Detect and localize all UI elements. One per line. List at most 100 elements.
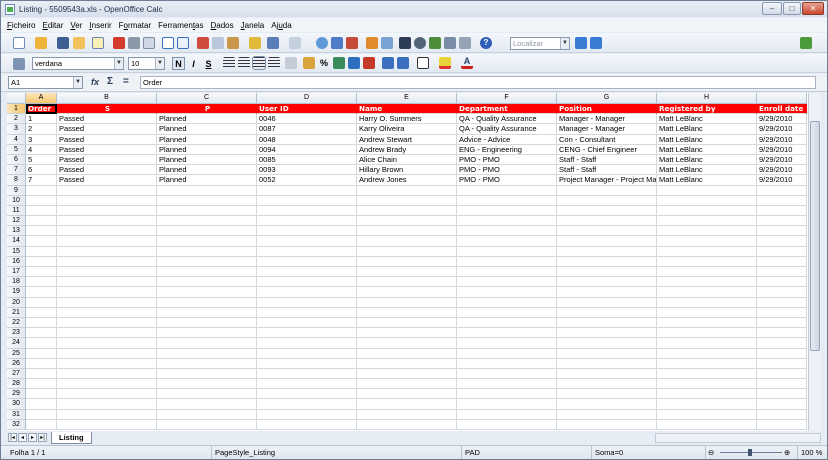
empty-cell[interactable] bbox=[557, 419, 657, 430]
empty-cell[interactable] bbox=[257, 287, 357, 298]
zoom-handle[interactable] bbox=[748, 449, 752, 456]
empty-cell[interactable] bbox=[457, 399, 557, 410]
empty-cell[interactable] bbox=[557, 358, 657, 369]
zoom-icon[interactable] bbox=[459, 37, 471, 49]
empty-cell[interactable] bbox=[657, 236, 757, 247]
page-preview-icon[interactable] bbox=[143, 37, 155, 49]
print-icon[interactable] bbox=[128, 37, 140, 49]
empty-cell[interactable] bbox=[757, 307, 807, 318]
row-header[interactable]: 7 bbox=[7, 165, 26, 176]
data-cell[interactable]: CENG - Chief Engineer bbox=[557, 144, 657, 155]
data-cell[interactable]: 3 bbox=[26, 134, 57, 145]
empty-cell[interactable] bbox=[657, 216, 757, 227]
formula-input[interactable]: Order bbox=[140, 76, 816, 89]
data-cell[interactable]: Matt LeBlanc bbox=[657, 144, 757, 155]
row-header[interactable]: 16 bbox=[7, 256, 26, 267]
empty-cell[interactable] bbox=[357, 267, 457, 278]
empty-cell[interactable] bbox=[357, 348, 457, 359]
empty-cell[interactable] bbox=[257, 389, 357, 400]
empty-cell[interactable] bbox=[757, 195, 807, 206]
empty-cell[interactable] bbox=[457, 205, 557, 217]
empty-cell[interactable] bbox=[557, 267, 657, 278]
data-cell[interactable]: Passed bbox=[57, 144, 157, 155]
empty-cell[interactable] bbox=[157, 195, 257, 206]
row-header[interactable]: 20 bbox=[7, 297, 26, 308]
sum-icon[interactable]: Σ bbox=[107, 76, 113, 87]
empty-cell[interactable] bbox=[457, 368, 557, 380]
empty-cell[interactable] bbox=[157, 317, 257, 329]
data-cell[interactable]: PMO - PMO bbox=[457, 175, 557, 186]
empty-cell[interactable] bbox=[357, 216, 457, 227]
empty-cell[interactable] bbox=[257, 399, 357, 410]
empty-cell[interactable] bbox=[257, 267, 357, 278]
select-all-corner[interactable] bbox=[7, 93, 26, 104]
empty-cell[interactable] bbox=[257, 338, 357, 349]
justify-icon[interactable] bbox=[268, 57, 280, 69]
empty-cell[interactable] bbox=[457, 358, 557, 369]
row-header[interactable]: 11 bbox=[7, 205, 26, 217]
empty-cell[interactable] bbox=[457, 328, 557, 339]
empty-cell[interactable] bbox=[157, 256, 257, 267]
bold-button[interactable]: N bbox=[172, 57, 185, 70]
empty-cell[interactable] bbox=[457, 379, 557, 390]
empty-cell[interactable] bbox=[757, 287, 807, 298]
chevron-down-icon[interactable]: ▼ bbox=[73, 77, 82, 88]
sort-ascending-icon[interactable] bbox=[331, 37, 343, 49]
empty-cell[interactable] bbox=[26, 419, 57, 430]
empty-cell[interactable] bbox=[757, 246, 807, 257]
empty-cell[interactable] bbox=[157, 297, 257, 308]
empty-cell[interactable] bbox=[457, 297, 557, 308]
font-size-select[interactable]: 10 ▼ bbox=[128, 57, 165, 70]
data-cell[interactable]: 9/29/2010 bbox=[757, 154, 807, 166]
clone-formatting-icon[interactable] bbox=[249, 37, 261, 49]
empty-cell[interactable] bbox=[657, 307, 757, 318]
edit-file-icon[interactable] bbox=[92, 37, 104, 49]
sort-descending-icon[interactable] bbox=[346, 37, 358, 49]
empty-cell[interactable] bbox=[26, 277, 57, 288]
empty-cell[interactable] bbox=[657, 226, 757, 237]
empty-cell[interactable] bbox=[157, 246, 257, 257]
empty-cell[interactable] bbox=[357, 328, 457, 339]
data-cell[interactable]: Matt LeBlanc bbox=[657, 154, 757, 166]
empty-cell[interactable] bbox=[657, 338, 757, 349]
empty-cell[interactable] bbox=[157, 409, 257, 420]
empty-cell[interactable] bbox=[557, 297, 657, 308]
zoom-out-icon[interactable]: ⊖ bbox=[708, 446, 714, 459]
empty-cell[interactable] bbox=[457, 389, 557, 400]
row-header[interactable]: 19 bbox=[7, 287, 26, 298]
empty-cell[interactable] bbox=[157, 236, 257, 247]
autospellcheck-icon[interactable] bbox=[177, 37, 189, 49]
data-cell[interactable]: Andrew Jones bbox=[357, 175, 457, 186]
row-header[interactable]: 32 bbox=[7, 419, 26, 430]
header-cell[interactable]: Enroll date bbox=[757, 104, 807, 115]
data-cell[interactable]: Passed bbox=[57, 124, 157, 135]
row-header[interactable]: 8 bbox=[7, 175, 26, 186]
empty-cell[interactable] bbox=[757, 338, 807, 349]
open-folder-icon[interactable] bbox=[35, 37, 47, 49]
data-cell[interactable]: 0093 bbox=[257, 165, 357, 176]
empty-cell[interactable] bbox=[57, 267, 157, 278]
empty-cell[interactable] bbox=[757, 216, 807, 227]
empty-cell[interactable] bbox=[57, 216, 157, 227]
data-cell[interactable]: Manager - Manager bbox=[557, 124, 657, 135]
empty-cell[interactable] bbox=[257, 307, 357, 318]
menu-item-5[interactable]: Ferramentas bbox=[158, 21, 203, 30]
menu-item-2[interactable]: Ver bbox=[70, 21, 82, 30]
empty-cell[interactable] bbox=[26, 246, 57, 257]
data-cell[interactable]: Manager - Manager bbox=[557, 114, 657, 125]
data-cell[interactable]: 9/29/2010 bbox=[757, 165, 807, 176]
empty-cell[interactable] bbox=[557, 389, 657, 400]
empty-cell[interactable] bbox=[26, 195, 57, 206]
row-header[interactable]: 24 bbox=[7, 338, 26, 349]
increase-indent-icon[interactable] bbox=[397, 57, 409, 69]
data-cell[interactable]: Planned bbox=[157, 134, 257, 145]
empty-cell[interactable] bbox=[357, 419, 457, 430]
data-cell[interactable]: Passed bbox=[57, 165, 157, 176]
empty-cell[interactable] bbox=[257, 205, 357, 217]
data-cell[interactable]: Planned bbox=[157, 154, 257, 166]
row-header[interactable]: 21 bbox=[7, 307, 26, 318]
empty-cell[interactable] bbox=[57, 287, 157, 298]
navigator-icon[interactable] bbox=[414, 37, 426, 49]
row-header[interactable]: 27 bbox=[7, 368, 26, 380]
data-cell[interactable]: Matt LeBlanc bbox=[657, 124, 757, 135]
